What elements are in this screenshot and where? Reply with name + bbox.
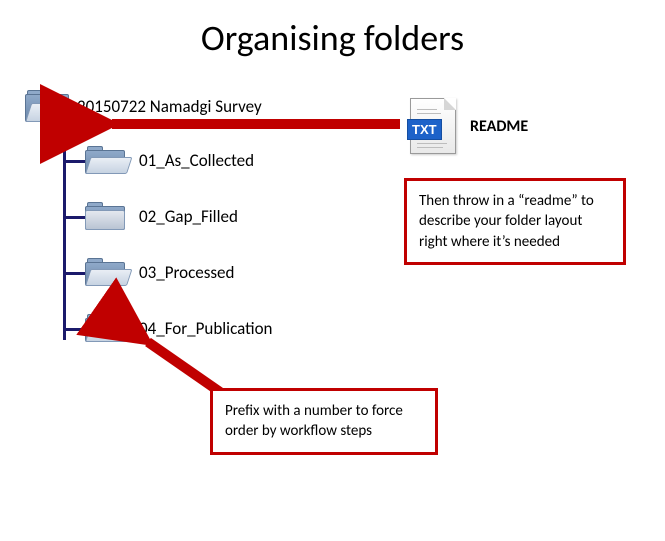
child-folders: 01_As_Collected 02_Gap_Filled 03_Process… — [63, 132, 385, 356]
folder-open-icon — [25, 90, 69, 122]
child-folder-label: 02_Gap_Filled — [139, 206, 238, 227]
folder-closed-icon — [85, 202, 125, 230]
callout-prefix-tip: Prefix with a number to force order by w… — [210, 388, 438, 455]
tree-trunk-line — [63, 122, 66, 340]
child-folder-row: 02_Gap_Filled — [85, 188, 385, 244]
readme-file-block: TXT README — [410, 98, 528, 154]
page-title: Organising folders — [0, 16, 665, 60]
readme-label: README — [470, 117, 528, 136]
child-folder-label: 03_Processed — [139, 262, 234, 283]
arrow-readme-to-root — [100, 104, 400, 144]
folder-open-icon — [85, 258, 125, 286]
folder-open-icon — [85, 314, 125, 342]
file-type-badge: TXT — [407, 119, 442, 140]
txt-file-icon: TXT — [410, 98, 456, 154]
child-folder-row: 03_Processed — [85, 244, 385, 300]
folder-open-icon — [85, 146, 125, 174]
callout-readme-tip: Then throw in a “readme” to describe you… — [404, 178, 626, 265]
child-folder-label: 01_As_Collected — [139, 150, 254, 171]
